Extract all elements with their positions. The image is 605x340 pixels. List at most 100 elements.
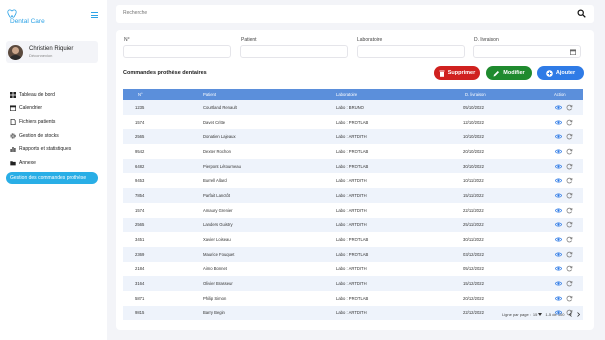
table-row[interactable]: 6482 Pierpont Létourneau Labo : PROTLAB 30/… (123, 158, 583, 174)
table-row[interactable]: 9542 Dexter Rochon Labo : PROTLAB 20/10/202… (123, 144, 583, 159)
table-row[interactable]: 1235 Courtland Renault Labo : BRUNO 05/10/2… (123, 100, 583, 115)
table-row[interactable]: 2565 Landers Guistry Labo : ARTDITH 25/11/2… (123, 217, 583, 233)
table-row[interactable]: 3451 Xavier Loiseau Labo : PROTLAB 30/11/20… (123, 232, 583, 247)
search-input[interactable] (123, 10, 543, 16)
table-row[interactable]: 1574 Davet Critte Labo : PROTLAB 12/10/2022 (123, 114, 583, 130)
table-row[interactable]: 1574 Amaury Grenier Labo : ARTDITH 22/11/20… (123, 202, 583, 218)
sidebar-item-patient-files[interactable]: Fichiers patients (6, 115, 102, 129)
refresh-icon[interactable] (566, 221, 573, 228)
table-header: N° Patient Laboratoire D. livraison Acti… (123, 89, 583, 100)
filter-lab-input[interactable] (357, 45, 465, 58)
filter-date-input[interactable] (473, 45, 581, 58)
cell-lab: Labo : BRUNO (336, 104, 364, 110)
refresh-icon[interactable] (566, 177, 573, 184)
cell-number: 7854 (135, 192, 145, 198)
eye-icon[interactable] (555, 104, 562, 111)
eye-icon[interactable] (555, 236, 562, 243)
eye-icon[interactable] (555, 119, 562, 126)
sidebar-item-annex[interactable]: Annexe (6, 156, 102, 170)
cell-lab: Labo : ARTDITH (336, 310, 367, 316)
search-icon[interactable] (577, 9, 586, 18)
add-button[interactable]: Ajouter (537, 66, 584, 80)
eye-icon[interactable] (555, 148, 562, 155)
cell-number: 1574 (135, 119, 145, 125)
eye-icon[interactable] (555, 251, 562, 258)
sidebar-item-label: Fichiers patients (19, 118, 56, 125)
cell-date: 10/10/2022 (463, 134, 484, 140)
eye-icon[interactable] (555, 207, 562, 214)
cell-number: 2369 (135, 251, 145, 257)
sidebar-item-prosthesis-orders[interactable]: Gestion des commandes prothèse (6, 171, 98, 184)
refresh-icon[interactable] (566, 163, 573, 170)
rows-per-page-select[interactable]: 15 (533, 312, 543, 317)
cell-date: 15/12/2022 (463, 281, 484, 287)
refresh-icon[interactable] (566, 236, 573, 243)
filter-number-input[interactable] (123, 45, 231, 58)
table-row[interactable]: 7854 Parfait Lanctôt Labo : ARTDITH 15/11/2… (123, 188, 583, 203)
column-header-date[interactable]: D. livraison (461, 92, 551, 97)
eye-icon[interactable] (555, 192, 562, 199)
eye-icon[interactable] (555, 280, 562, 287)
modify-button[interactable]: Modifier (486, 66, 532, 80)
refresh-icon[interactable] (566, 295, 573, 302)
refresh-icon[interactable] (566, 104, 573, 111)
eye-icon[interactable] (555, 163, 562, 170)
eye-icon[interactable] (555, 221, 562, 228)
cell-lab: Labo : ARTDITH (336, 134, 367, 140)
chevron-left-icon[interactable] (568, 312, 573, 317)
eye-icon[interactable] (555, 177, 562, 184)
logout-link[interactable]: Déconnexion (29, 53, 73, 58)
refresh-icon[interactable] (566, 251, 573, 258)
table-row[interactable]: 2369 Maurice Fouquet Labo : PROTLAB 03/12/2… (123, 246, 583, 262)
eye-icon[interactable] (555, 295, 562, 302)
user-profile[interactable]: Christien Riquier Déconnexion (6, 41, 98, 63)
refresh-icon[interactable] (566, 119, 573, 126)
cell-date: 05/12/2022 (463, 266, 484, 272)
sidebar-item-calendar[interactable]: Calendrier (6, 102, 102, 116)
brand-logo[interactable]: Dental Care (6, 9, 45, 25)
column-header-number[interactable]: N° (123, 92, 203, 97)
cell-patient: Burrell Allard (203, 178, 227, 184)
refresh-icon[interactable] (566, 207, 573, 214)
cell-date: 05/10/2022 (463, 104, 484, 110)
filter-patient-input[interactable] (240, 45, 348, 58)
table-row[interactable]: 9453 Burrell Allard Labo : ARTDITH 10/11/20… (123, 173, 583, 189)
table-row[interactable]: 2565 Donatien Lajeaux Labo : ARTDITH 10/10/… (123, 129, 583, 145)
column-header-lab[interactable]: Laboratoire (336, 92, 461, 97)
eye-icon[interactable] (555, 133, 562, 140)
refresh-icon[interactable] (566, 280, 573, 287)
refresh-icon[interactable] (566, 133, 573, 140)
cell-patient: Olivier Brasseur (203, 281, 233, 287)
sidebar-item-stock[interactable]: Gestion de stocks (6, 129, 102, 143)
cell-lab: Labo : PROTLAB (336, 119, 369, 125)
cell-number: 9815 (135, 310, 145, 316)
refresh-icon[interactable] (566, 265, 573, 272)
menu-toggle-icon[interactable] (91, 12, 98, 18)
cell-lab: Labo : ARTDITH (336, 207, 367, 213)
eye-icon[interactable] (555, 265, 562, 272)
cell-lab: Labo : PROTLAB (336, 148, 369, 154)
table-row[interactable]: 2184 Aimo Bonnet Labo : ARTDITH 05/12/2022 (123, 261, 583, 277)
cell-patient: Dexter Rochon (203, 148, 231, 154)
cell-date: 20/10/2022 (463, 148, 484, 154)
chevron-right-icon[interactable] (576, 312, 581, 317)
cell-patient: Amaury Grenier (203, 207, 233, 213)
cell-number: 3164 (135, 281, 145, 287)
cell-date: 03/12/2022 (463, 251, 484, 257)
cell-lab: Labo : PROTLAB (336, 251, 369, 257)
row-actions (551, 192, 583, 199)
modify-button-label: Modifier (503, 70, 525, 76)
delete-button[interactable]: Supprimer (434, 66, 480, 80)
sidebar-item-dashboard[interactable]: Tableau de bord (6, 88, 102, 102)
profile-name: Christien Riquier (29, 46, 74, 52)
table-row[interactable]: 3164 Olivier Brasseur Labo : ARTDITH 15/12/… (123, 276, 583, 291)
orders-table: N° Patient Laboratoire D. livraison Acti… (123, 89, 583, 321)
column-header-patient[interactable]: Patient (203, 92, 336, 97)
delete-button-label: Supprimer (447, 70, 476, 76)
sidebar-item-reports[interactable]: Rapports et statistiques (6, 142, 102, 156)
cell-patient: Maurice Fouquet (203, 251, 235, 257)
calendar-icon[interactable] (570, 49, 576, 55)
table-row[interactable]: 5871 Philip Simon Labo : PROTLAB 20/12/2022 (123, 290, 583, 306)
refresh-icon[interactable] (566, 192, 573, 199)
refresh-icon[interactable] (566, 148, 573, 155)
